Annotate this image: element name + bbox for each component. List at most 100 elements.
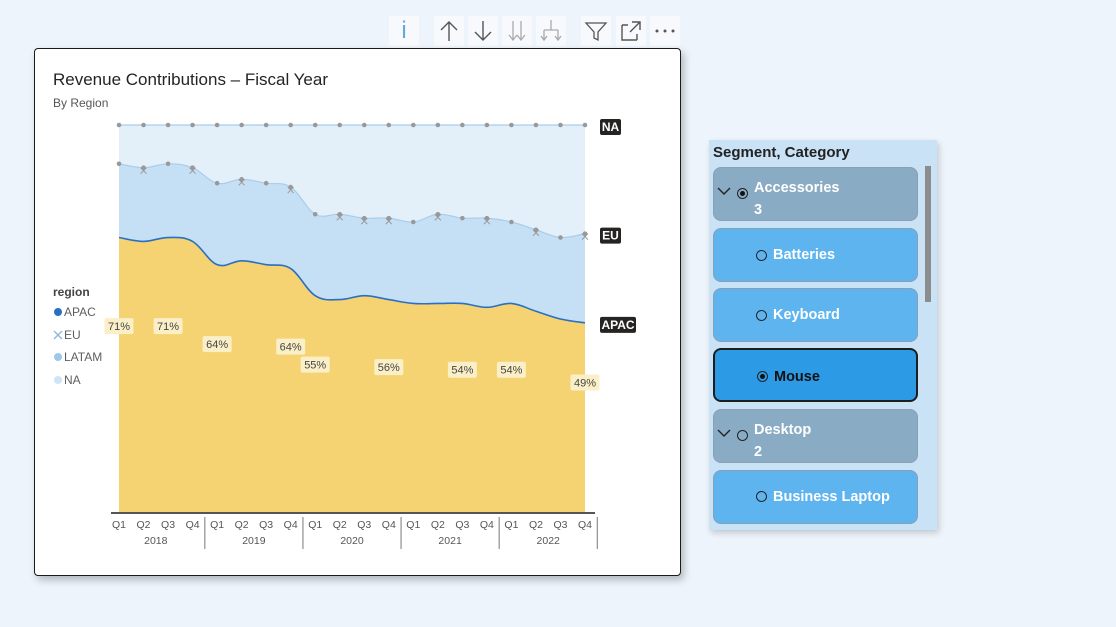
slicer-item-label: Accessories bbox=[754, 180, 840, 196]
more-options-icon bbox=[655, 29, 675, 33]
expand-hierarchy-icon bbox=[540, 20, 562, 42]
x-year-label: 2021 bbox=[438, 535, 462, 547]
legend-item-eu[interactable]: EU bbox=[53, 324, 102, 347]
apac-dot-icon bbox=[54, 308, 62, 317]
na-point bbox=[386, 122, 392, 128]
na-point bbox=[116, 122, 122, 128]
data-label: 49% bbox=[574, 378, 596, 390]
na-dot-icon bbox=[54, 375, 62, 384]
drill-down-button[interactable] bbox=[468, 16, 498, 46]
data-label: 64% bbox=[206, 339, 228, 351]
x-tick-label: Q1 bbox=[308, 519, 322, 531]
slicer-item-label: Mouse bbox=[774, 369, 820, 385]
na-point bbox=[509, 122, 514, 128]
slicer-item-accessories[interactable]: Accessories 3 bbox=[713, 167, 918, 221]
na-point bbox=[239, 122, 244, 128]
go-to-next-level-button[interactable] bbox=[502, 16, 532, 46]
slicer-item-count: 3 bbox=[754, 202, 763, 218]
end-label: EU bbox=[602, 229, 619, 243]
na-point bbox=[141, 122, 146, 128]
legend-item-na[interactable]: NA bbox=[53, 369, 102, 392]
radio-icon bbox=[756, 491, 767, 502]
data-label: 54% bbox=[451, 365, 473, 377]
na-point bbox=[312, 122, 318, 128]
expand-next-level-button[interactable] bbox=[536, 16, 566, 46]
legend-item-latam[interactable]: LATAM bbox=[53, 346, 102, 369]
focus-mode-icon bbox=[621, 21, 641, 41]
legend-title: region bbox=[53, 285, 90, 299]
eu-point bbox=[214, 180, 220, 186]
x-tick-label: Q4 bbox=[382, 519, 396, 531]
slicer-header: Segment, Category bbox=[713, 144, 850, 161]
arrow-down-icon bbox=[474, 21, 492, 41]
chart-visual[interactable]: Revenue Contributions – Fiscal Year By R… bbox=[34, 48, 681, 576]
x-tick-label: Q1 bbox=[112, 519, 126, 531]
x-tick-label: Q2 bbox=[235, 519, 249, 531]
radio-selected-icon bbox=[737, 188, 748, 199]
latam-dot-icon bbox=[54, 353, 62, 362]
na-point bbox=[214, 122, 220, 128]
x-tick-label: Q2 bbox=[529, 519, 543, 531]
eu-cross-icon bbox=[53, 330, 63, 340]
chevron-down-icon bbox=[717, 187, 731, 195]
slicer-item-label: Batteries bbox=[773, 247, 836, 263]
na-point bbox=[435, 122, 441, 128]
x-tick-label: Q1 bbox=[210, 519, 224, 531]
data-label: 64% bbox=[280, 342, 302, 354]
eu-point bbox=[312, 211, 318, 217]
eu-point bbox=[165, 161, 171, 167]
slicer-item-batteries[interactable]: Batteries bbox=[713, 228, 918, 282]
slicer-item-desktop[interactable]: Desktop 2 bbox=[713, 409, 918, 463]
x-tick-label: Q3 bbox=[357, 519, 371, 531]
filter-icon bbox=[584, 22, 608, 42]
eu-point bbox=[411, 219, 416, 225]
x-tick-label: Q4 bbox=[284, 519, 298, 531]
na-point bbox=[337, 122, 343, 128]
na-point bbox=[190, 122, 195, 128]
info-button[interactable]: i bbox=[389, 16, 419, 46]
x-tick-label: Q1 bbox=[504, 519, 518, 531]
x-tick-label: Q4 bbox=[186, 519, 200, 531]
legend-item-apac[interactable]: APAC bbox=[53, 301, 102, 324]
x-year-label: 2018 bbox=[144, 535, 168, 547]
data-label: 71% bbox=[157, 321, 179, 333]
eu-point bbox=[509, 219, 514, 225]
x-tick-label: Q3 bbox=[553, 519, 567, 531]
slicer-item-mouse[interactable]: Mouse bbox=[713, 348, 918, 402]
eu-point bbox=[116, 161, 122, 167]
na-point bbox=[263, 122, 269, 128]
slicer-item-count: 2 bbox=[754, 444, 763, 460]
legend-label-na: NA bbox=[64, 372, 81, 387]
data-label: 71% bbox=[108, 321, 130, 333]
slicer-item-label: Business Laptop bbox=[773, 489, 890, 505]
eu-point bbox=[460, 215, 465, 221]
double-arrow-down-icon bbox=[508, 21, 526, 42]
data-label: 54% bbox=[500, 365, 522, 377]
na-point bbox=[558, 122, 563, 128]
area-chart: 71% 71%64% 64%55% 56% 54% 54%49%NAEUAPACQ1 Q2 Q… bbox=[104, 119, 636, 549]
x-tick-label: Q3 bbox=[455, 519, 469, 531]
x-tick-label: Q4 bbox=[578, 519, 592, 531]
na-point bbox=[582, 122, 588, 128]
x-year-label: 2022 bbox=[537, 535, 561, 547]
slicer-scrollbar[interactable] bbox=[925, 166, 931, 302]
x-tick-label: Q2 bbox=[333, 519, 347, 531]
na-point bbox=[165, 122, 171, 128]
eu-point bbox=[558, 235, 563, 240]
drill-up-button[interactable] bbox=[434, 16, 464, 46]
end-label: NA bbox=[602, 120, 620, 134]
x-tick-label: Q4 bbox=[480, 519, 494, 531]
data-label: 55% bbox=[304, 360, 326, 372]
eu-point bbox=[263, 180, 269, 186]
info-icon: i bbox=[401, 17, 407, 44]
na-point bbox=[533, 122, 539, 128]
slicer-item-business-laptop[interactable]: Business Laptop bbox=[713, 470, 918, 524]
x-tick-label: Q3 bbox=[161, 519, 175, 531]
slicer-item-keyboard[interactable]: Keyboard bbox=[713, 288, 918, 342]
more-options-button[interactable] bbox=[650, 16, 680, 46]
slicer-item-label: Desktop bbox=[754, 422, 812, 438]
focus-mode-button[interactable] bbox=[616, 16, 646, 46]
filter-button[interactable] bbox=[581, 16, 611, 46]
chart-legend: region APAC EU LATAM NA bbox=[53, 285, 102, 391]
na-point bbox=[288, 122, 293, 128]
